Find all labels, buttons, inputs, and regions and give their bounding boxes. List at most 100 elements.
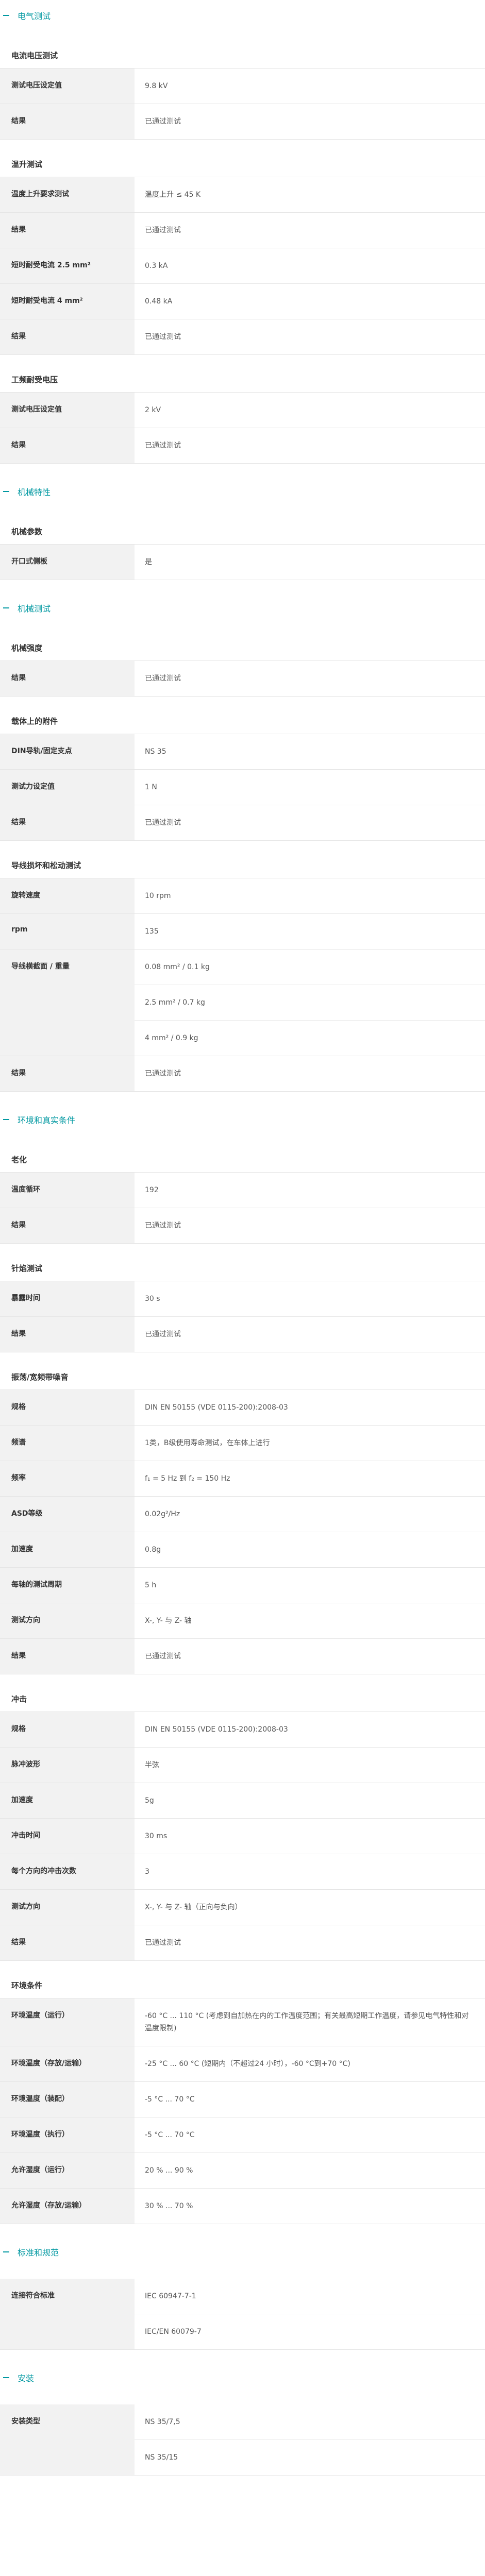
spec-value: 30 ms (145, 1832, 168, 1840)
spec-row: 温度循环 192 (0, 1173, 485, 1208)
spec-label: 环境温度（执行） (0, 2117, 135, 2153)
section-header[interactable]: 机械测试 (0, 592, 485, 623)
spec-label: 环境温度（装配） (0, 2082, 135, 2117)
spec-group: 工频耐受电压 测试电压设定值 2 kV 结果 已通过测试 (0, 366, 485, 464)
spec-values: 135 (135, 914, 485, 949)
spec-label: 连接符合标准 (0, 2279, 135, 2349)
spec-row: 脉冲波形 半弦 (0, 1748, 485, 1783)
spec-group: 环境条件 环境温度（运行） -60 °C ... 110 °C (考虑到自加热在内的… (0, 1972, 485, 2224)
spec-value: 半弦 (145, 1761, 159, 1769)
spec-group: 冲击 规格 DIN EN 50155 (VDE 0115-200):2008-03 脉… (0, 1686, 485, 1961)
spec-label: 短时耐受电流 4 mm² (0, 284, 135, 319)
spec-row: 温度上升要求测试 温度上升 ≤ 45 K (0, 177, 485, 213)
spec-values: 0.48 kA (135, 284, 485, 319)
spec-values: 已通过测试 (135, 319, 485, 354)
spec-values: 是 (135, 545, 485, 580)
spec-value: IEC/EN 60079-7 (145, 2328, 202, 2336)
section-title: 机械特性 (18, 487, 51, 497)
group-title: 老化 (0, 1146, 485, 1173)
spec-value: -5 °C ... 70 °C (145, 2131, 195, 2139)
section-header[interactable]: 机械特性 (0, 476, 485, 507)
section-header[interactable]: 安装 (0, 2362, 485, 2393)
spec-values: 已通过测试 (135, 805, 485, 840)
spec-values: 1 N (135, 770, 485, 805)
spec-label: 结果 (0, 1208, 135, 1243)
spec-group: 振荡/宽频带噪音 规格 DIN EN 50155 (VDE 0115-200):20… (0, 1364, 485, 1674)
spec-values: 已通过测试 (135, 1317, 485, 1352)
spec-values: DIN EN 50155 (VDE 0115-200):2008-03 (135, 1390, 485, 1425)
spec-value: NS 35 (145, 748, 166, 756)
spec-values: 0.3 kA (135, 248, 485, 283)
spec-value: DIN EN 50155 (VDE 0115-200):2008-03 (145, 1403, 288, 1412)
collapse-dash-icon (3, 2251, 9, 2252)
collapse-dash-icon (3, 2377, 9, 2378)
spec-label: 结果 (0, 104, 135, 139)
spec-values: IEC 60947-7-1 IEC/EN 60079-7 (135, 2279, 485, 2349)
spec-row: 加速度 0.8g (0, 1532, 485, 1568)
spec-row: 结果 已通过测试 (0, 1639, 485, 1674)
spec-label: 规格 (0, 1712, 135, 1747)
spec-value: 已通过测试 (145, 674, 181, 683)
spec-values: 1类，B级使用寿命测试，在车体上进行 (135, 1426, 485, 1461)
collapse-dash-icon (3, 15, 9, 16)
spec-values: 5g (135, 1783, 485, 1818)
spec-row: 旋转速度 10 rpm (0, 878, 485, 914)
group-title: 温升测试 (0, 151, 485, 177)
spec-values: 30 ms (135, 1819, 485, 1854)
section-header[interactable]: 标准和规范 (0, 2236, 485, 2267)
spec-value: 1 N (145, 783, 157, 791)
spec-value: f₁ = 5 Hz 到 f₂ = 150 Hz (145, 1475, 230, 1483)
spec-label: 结果 (0, 1317, 135, 1352)
spec-row: 结果 已通过测试 (0, 213, 485, 248)
spec-values: -5 °C ... 70 °C (135, 2117, 485, 2153)
spec-row: 结果 已通过测试 (0, 661, 485, 697)
spec-values: 已通过测试 (135, 1056, 485, 1091)
spec-values: 温度上升 ≤ 45 K (135, 177, 485, 212)
spec-row: 结果 已通过测试 (0, 319, 485, 355)
spec-group: 连接符合标准 IEC 60947-7-1 IEC/EN 60079-7 (0, 2279, 485, 2350)
spec-value: -5 °C ... 70 °C (145, 2095, 195, 2104)
spec-label: 加速度 (0, 1783, 135, 1818)
spec-value: -60 °C ... 110 °C (考虑到自加热在内的工作温度范围；有关最高短… (145, 2012, 469, 2032)
spec-value: 已通过测试 (145, 1070, 181, 1078)
spec-label: 结果 (0, 319, 135, 354)
spec-group: 针焰测试 暴露时间 30 s 结果 已通过测试 (0, 1255, 485, 1352)
spec-value: DIN EN 50155 (VDE 0115-200):2008-03 (145, 1725, 288, 1734)
spec-value: 135 (145, 927, 159, 936)
spec-label: 结果 (0, 213, 135, 248)
group-title: 振荡/宽频带噪音 (0, 1364, 485, 1390)
spec-group: 温升测试 温度上升要求测试 温度上升 ≤ 45 K 结果 已通过测试 短时耐受电流 2.5… (0, 151, 485, 355)
spec-label: 短时耐受电流 2.5 mm² (0, 248, 135, 283)
spec-value: 5g (145, 1797, 154, 1805)
spec-value: X-, Y- 与 Z- 轴 (145, 1617, 192, 1625)
group-title: 机械参数 (0, 518, 485, 545)
section-header[interactable]: 环境和真实条件 (0, 1104, 485, 1135)
spec-value: NS 35/7,5 (135, 2404, 485, 2440)
spec-row: 导线横截面 / 重量 0.08 mm² / 0.1 kg 2.5 mm² / 0.7… (0, 950, 485, 1056)
spec-label: 温度上升要求测试 (0, 177, 135, 212)
spec-label: 测试方向 (0, 1603, 135, 1638)
spec-row: 结果 已通过测试 (0, 1208, 485, 1244)
section-header[interactable]: 电气测试 (0, 0, 485, 31)
spec-value: 10 rpm (145, 892, 171, 900)
spec-value: 已通过测试 (145, 819, 181, 827)
spec-row: 允许湿度（运行） 20 % ... 90 % (0, 2153, 485, 2189)
spec-row: 结果 已通过测试 (0, 1317, 485, 1352)
spec-values: 已通过测试 (135, 661, 485, 696)
spec-values: X-, Y- 与 Z- 轴 (135, 1603, 485, 1638)
spec-values: -60 °C ... 110 °C (考虑到自加热在内的工作温度范围；有关最高短… (135, 1998, 485, 2046)
spec-label: rpm (0, 914, 135, 949)
spec-value: 是 (145, 558, 152, 566)
spec-label: 温度循环 (0, 1173, 135, 1208)
spec-value: X-, Y- 与 Z- 轴（正向与负向） (145, 1903, 242, 1911)
section-title: 电气测试 (18, 11, 51, 21)
spec-value: 温度上升 ≤ 45 K (145, 191, 201, 199)
spec-value: 已通过测试 (145, 442, 181, 450)
spec-values: 30 s (135, 1281, 485, 1316)
section-title: 安装 (18, 2374, 35, 2383)
spec-value: 5 h (145, 1581, 157, 1589)
